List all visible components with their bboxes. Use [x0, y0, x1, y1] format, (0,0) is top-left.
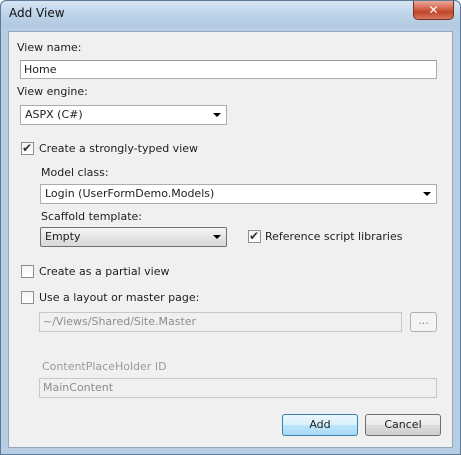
title-bar[interactable]: Add View ✕ — [1, 1, 460, 27]
strongly-typed-label: Create a strongly-typed view — [39, 142, 199, 155]
view-name-label: View name: — [17, 41, 82, 54]
master-page-path-input: ~/Views/Shared/Site.Master — [39, 312, 402, 332]
view-name-input[interactable]: Home — [20, 60, 437, 79]
view-engine-label: View engine: — [17, 85, 88, 98]
cancel-button[interactable]: Cancel — [365, 414, 441, 436]
dialog-body: View name: Home View engine: ASPX (C#) ✔… — [8, 31, 453, 448]
partial-view-label: Create as a partial view — [39, 265, 170, 278]
scaffold-template-select[interactable]: Empty — [40, 227, 227, 247]
layout-master-label: Use a layout or master page: — [39, 291, 200, 304]
checkmark-icon: ✔ — [249, 229, 260, 243]
view-engine-select[interactable]: ASPX (C#) — [20, 105, 227, 125]
strongly-typed-checkbox[interactable]: ✔ — [21, 141, 34, 155]
chevron-down-icon — [213, 113, 221, 117]
reference-scripts-checkbox[interactable]: ✔ — [248, 229, 261, 243]
partial-view-checkbox[interactable] — [21, 265, 34, 278]
scaffold-template-label: Scaffold template: — [41, 210, 142, 223]
content-placeholder-input: MainContent — [39, 378, 437, 398]
chevron-down-icon — [213, 235, 221, 239]
close-icon[interactable]: ✕ — [413, 1, 454, 20]
reference-scripts-label: Reference script libraries — [265, 230, 403, 243]
checkmark-icon: ✔ — [22, 141, 33, 155]
model-class-label: Model class: — [41, 166, 109, 179]
scaffold-template-selected: Empty — [45, 230, 81, 243]
window-title: Add View — [9, 6, 65, 20]
add-button[interactable]: Add — [282, 414, 358, 436]
add-view-dialog: Add View ✕ View name: Home View engine: … — [0, 0, 461, 455]
chevron-down-icon — [423, 192, 431, 196]
content-placeholder-label: ContentPlaceHolder ID — [42, 360, 167, 373]
browse-button: ... — [410, 312, 437, 332]
model-class-selected: Login (UserFormDemo.Models) — [45, 187, 215, 200]
view-engine-selected: ASPX (C#) — [25, 108, 83, 121]
layout-master-checkbox[interactable] — [21, 291, 34, 304]
model-class-select[interactable]: Login (UserFormDemo.Models) — [40, 184, 437, 204]
